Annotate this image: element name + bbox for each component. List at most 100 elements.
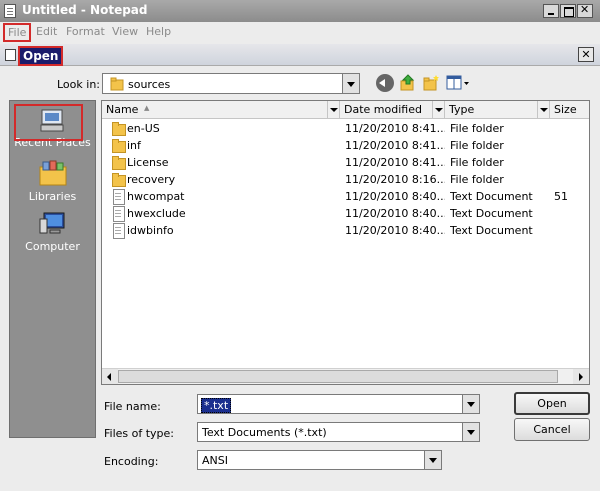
table-row[interactable]: idwbinfo 11/20/2010 8:40... Text Document — [102, 222, 589, 239]
cancel-button[interactable]: Cancel — [514, 418, 590, 441]
file-date-cell: 11/20/2010 8:41... — [345, 139, 445, 152]
column-size[interactable]: Size — [550, 101, 589, 119]
chevron-down-icon[interactable] — [462, 395, 479, 413]
folder-icon — [111, 138, 126, 153]
menu-bar: File Edit Format View Help — [0, 22, 600, 42]
file-name-cell: recovery — [127, 173, 176, 186]
notepad-title-bar: Untitled - Notepad — [0, 0, 600, 22]
column-type-label: Type — [449, 103, 475, 116]
column-date-modified[interactable]: Date modified — [340, 101, 445, 119]
file-name-cell: inf — [127, 139, 141, 152]
file-size-cell: 51 — [554, 190, 568, 203]
horizontal-scrollbar[interactable] — [102, 368, 589, 384]
views-menu-icon[interactable] — [446, 74, 470, 92]
column-size-label: Size — [554, 103, 577, 116]
files-of-type-value: Text Documents (*.txt) — [202, 426, 327, 439]
encoding-value: ANSI — [202, 454, 228, 467]
file-type-cell: File folder — [450, 173, 504, 186]
chevron-down-icon[interactable] — [424, 451, 441, 469]
column-date-menu-icon[interactable] — [432, 101, 444, 118]
file-list[interactable]: Name ▲ Date modified Type Size en-US 11/2… — [101, 100, 590, 385]
column-type-menu-icon[interactable] — [537, 101, 549, 118]
dialog-icon — [5, 49, 16, 61]
menu-help[interactable]: Help — [146, 25, 171, 38]
file-name-input[interactable]: *.txt — [197, 394, 480, 414]
place-computer[interactable]: Computer — [10, 211, 95, 253]
file-type-cell: File folder — [450, 156, 504, 169]
table-row[interactable]: hwcompat 11/20/2010 8:40... Text Document 5… — [102, 188, 589, 205]
file-type-cell: File folder — [450, 122, 504, 135]
text-document-icon — [111, 206, 125, 222]
file-type-cell: Text Document — [450, 224, 533, 237]
chevron-down-icon[interactable] — [342, 74, 359, 93]
column-name-label: Name — [106, 103, 139, 116]
column-date-label: Date modified — [344, 103, 422, 116]
file-date-cell: 11/20/2010 8:40... — [345, 190, 445, 203]
menu-edit[interactable]: Edit — [36, 25, 57, 38]
sort-ascending-icon: ▲ — [144, 104, 150, 112]
file-type-cell: Text Document — [450, 207, 533, 220]
column-name[interactable]: Name ▲ — [102, 101, 340, 119]
file-name-label: File name: — [104, 400, 161, 413]
file-date-cell: 11/20/2010 8:16... — [345, 173, 445, 186]
place-libraries[interactable]: Libraries — [10, 159, 95, 203]
file-name-cell: hwcompat — [127, 190, 185, 203]
open-dialog-title-bar: Open ✕ — [0, 44, 600, 66]
menu-file[interactable]: File — [3, 23, 32, 42]
table-row[interactable]: en-US 11/20/2010 8:41... File folder — [102, 120, 589, 137]
notepad-icon — [4, 4, 16, 18]
file-date-cell: 11/20/2010 8:40... — [345, 224, 445, 237]
close-icon[interactable] — [577, 3, 593, 18]
file-type-cell: File folder — [450, 139, 504, 152]
chevron-down-icon[interactable] — [462, 423, 479, 441]
libraries-label: Libraries — [28, 190, 77, 203]
file-date-cell: 11/20/2010 8:41... — [345, 156, 445, 169]
table-row[interactable]: License 11/20/2010 8:41... File folder — [102, 154, 589, 171]
folder-icon — [110, 77, 124, 91]
computer-label: Computer — [25, 240, 80, 253]
menu-format[interactable]: Format — [66, 25, 105, 38]
column-type[interactable]: Type — [445, 101, 550, 119]
file-name-cell: License — [127, 156, 169, 169]
folder-icon — [111, 172, 126, 187]
new-folder-icon[interactable] — [422, 74, 440, 92]
minimize-icon[interactable] — [543, 4, 559, 18]
file-name-cell: idwbinfo — [127, 224, 174, 237]
computer-icon — [39, 212, 64, 234]
look-in-label: Look in: — [57, 78, 100, 91]
file-date-cell: 11/20/2010 8:41... — [345, 122, 445, 135]
files-of-type-dropdown[interactable]: Text Documents (*.txt) — [197, 422, 480, 442]
places-bar: Recent Places Libraries Computer — [9, 100, 96, 438]
libraries-icon — [39, 160, 66, 186]
file-name-cell: hwexclude — [127, 207, 186, 220]
table-row[interactable]: hwexclude 11/20/2010 8:40... Text Document — [102, 205, 589, 222]
folder-icon — [111, 121, 126, 136]
encoding-dropdown[interactable]: ANSI — [197, 450, 442, 470]
look-in-dropdown[interactable]: sources — [102, 73, 360, 94]
file-name-cell: en-US — [127, 122, 160, 135]
text-document-icon — [111, 189, 125, 205]
file-date-cell: 11/20/2010 8:40... — [345, 207, 445, 220]
open-button[interactable]: Open — [514, 392, 590, 415]
column-name-menu-icon[interactable] — [327, 101, 339, 118]
scroll-left-icon[interactable] — [102, 369, 118, 384]
text-document-icon — [111, 223, 125, 239]
encoding-label: Encoding: — [104, 455, 159, 468]
dialog-close-icon[interactable]: ✕ — [578, 47, 594, 62]
scroll-thumb[interactable] — [118, 370, 558, 383]
table-row[interactable]: recovery 11/20/2010 8:16... File folder — [102, 171, 589, 188]
look-in-value: sources — [128, 78, 171, 91]
maximize-icon[interactable] — [560, 4, 576, 18]
file-name-value: *.txt — [201, 398, 232, 413]
files-of-type-label: Files of type: — [104, 427, 175, 440]
dialog-title: Open — [18, 46, 64, 66]
computer-highlight — [14, 104, 83, 141]
table-row[interactable]: inf 11/20/2010 8:41... File folder — [102, 137, 589, 154]
folder-icon — [111, 155, 126, 170]
file-type-cell: Text Document — [450, 190, 533, 203]
notepad-title: Untitled - Notepad — [22, 3, 148, 17]
back-icon[interactable] — [376, 74, 394, 92]
menu-view[interactable]: View — [112, 25, 138, 38]
scroll-right-icon[interactable] — [573, 369, 589, 384]
up-folder-icon[interactable] — [399, 74, 417, 92]
